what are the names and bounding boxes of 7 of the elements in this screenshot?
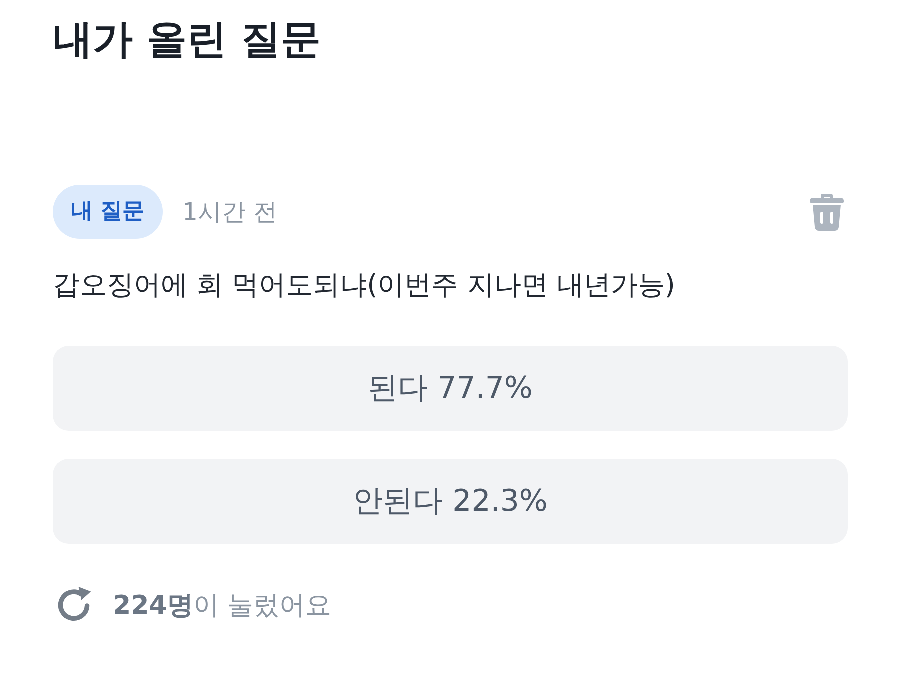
page-title: 내가 올린 질문 [53,16,322,65]
vote-option-button[interactable]: 된다 77.7% [53,346,848,431]
vote-count-text: 224명이 눌렀어요 [113,590,332,622]
vote-option-button[interactable]: 안된다 22.3% [53,459,848,544]
my-question-badge: 내 질문 [53,185,163,239]
question-text: 갑오징어에 회 먹어도되냐(이번주 지나면 내년가능) [53,269,676,303]
post-time: 1시간 전 [182,197,278,228]
